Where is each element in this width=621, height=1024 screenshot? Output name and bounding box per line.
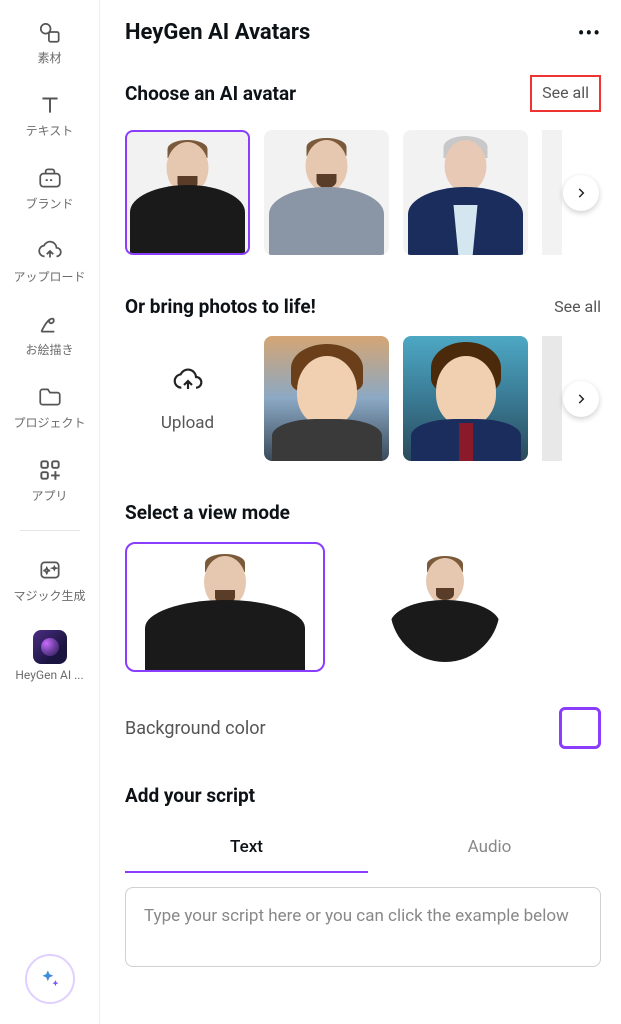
- sidebar-label: プロジェクト: [13, 414, 85, 431]
- avatar-card[interactable]: [403, 130, 528, 255]
- upload-label: Upload: [161, 413, 214, 433]
- sidebar-item-apps[interactable]: アプリ: [0, 453, 99, 508]
- choose-avatar-header: Choose an AI avatar See all: [125, 75, 611, 112]
- brand-icon: [37, 165, 63, 191]
- sidebar-item-magic[interactable]: マジック生成: [0, 553, 99, 608]
- script-textarea[interactable]: Type your script here or you can click t…: [125, 887, 601, 967]
- viewmode-rectangle[interactable]: [125, 542, 325, 672]
- upload-cloud-icon: [172, 365, 204, 401]
- apps-icon: [37, 457, 63, 483]
- folder-icon: [37, 384, 63, 410]
- tab-audio[interactable]: Audio: [368, 825, 611, 873]
- heygen-app-icon: [33, 630, 67, 664]
- sidebar-item-elements[interactable]: 素材: [0, 15, 99, 70]
- divider: [20, 530, 80, 531]
- sidebar-label: アプリ: [31, 487, 67, 504]
- sidebar-item-upload[interactable]: アップロード: [0, 234, 99, 289]
- chevron-right-icon: [574, 392, 588, 406]
- avatar-card[interactable]: [542, 130, 562, 255]
- text-icon: [37, 92, 63, 118]
- background-color-label: Background color: [125, 718, 266, 739]
- tab-text[interactable]: Text: [125, 825, 368, 873]
- magic-fab-button[interactable]: [25, 954, 75, 1004]
- photo-list: Upload: [125, 336, 611, 461]
- app-title: HeyGen AI Avatars: [125, 20, 310, 45]
- chevron-right-icon: [574, 186, 588, 200]
- photos-header: Or bring photos to life! See all: [125, 295, 611, 318]
- section-title: Or bring photos to life!: [125, 295, 316, 318]
- background-color-row: Background color: [125, 707, 611, 749]
- sidebar-label: アップロード: [13, 268, 85, 285]
- sidebar-label: ブランド: [25, 195, 73, 212]
- header: HeyGen AI Avatars •••: [125, 20, 611, 45]
- scroll-right-button[interactable]: [563, 175, 599, 211]
- sidebar-label: テキスト: [26, 122, 74, 139]
- scroll-right-button[interactable]: [563, 381, 599, 417]
- script-title: Add your script: [125, 784, 611, 807]
- avatar-list: [125, 130, 611, 255]
- photo-card[interactable]: [264, 336, 389, 461]
- main-panel: HeyGen AI Avatars ••• Choose an AI avata…: [100, 0, 621, 1024]
- avatar-card[interactable]: [125, 130, 250, 255]
- magic-icon: [37, 557, 63, 583]
- viewmode-circle[interactable]: [345, 542, 545, 672]
- upload-button[interactable]: Upload: [125, 336, 250, 461]
- sidebar-item-heygen[interactable]: HeyGen AI ...: [0, 626, 99, 686]
- sidebar-label: お絵描き: [25, 341, 73, 358]
- photo-card[interactable]: [542, 336, 562, 461]
- avatar-card[interactable]: [264, 130, 389, 255]
- shapes-icon: [37, 19, 63, 45]
- see-all-button[interactable]: See all: [554, 297, 601, 316]
- sidebar-item-projects[interactable]: プロジェクト: [0, 380, 99, 435]
- section-title: Choose an AI avatar: [125, 82, 296, 105]
- upload-cloud-icon: [37, 238, 63, 264]
- background-color-swatch[interactable]: [559, 707, 601, 749]
- sidebar-item-brand[interactable]: ブランド: [0, 161, 99, 216]
- sidebar-label: 素材: [37, 49, 61, 66]
- draw-icon: [37, 311, 63, 337]
- viewmode-list: [125, 542, 611, 672]
- see-all-button[interactable]: See all: [530, 75, 601, 112]
- more-menu-button[interactable]: •••: [578, 21, 601, 45]
- script-tabs: Text Audio: [125, 825, 611, 873]
- viewmode-title: Select a view mode: [125, 501, 611, 524]
- sidebar-item-draw[interactable]: お絵描き: [0, 307, 99, 362]
- sidebar-item-text[interactable]: テキスト: [0, 88, 99, 143]
- sidebar: 素材 テキスト ブランド アップロード お絵描き プロジェクト アプリ: [0, 0, 100, 1024]
- sidebar-label: HeyGen AI ...: [15, 668, 83, 682]
- sidebar-label: マジック生成: [13, 587, 85, 604]
- photo-card[interactable]: [403, 336, 528, 461]
